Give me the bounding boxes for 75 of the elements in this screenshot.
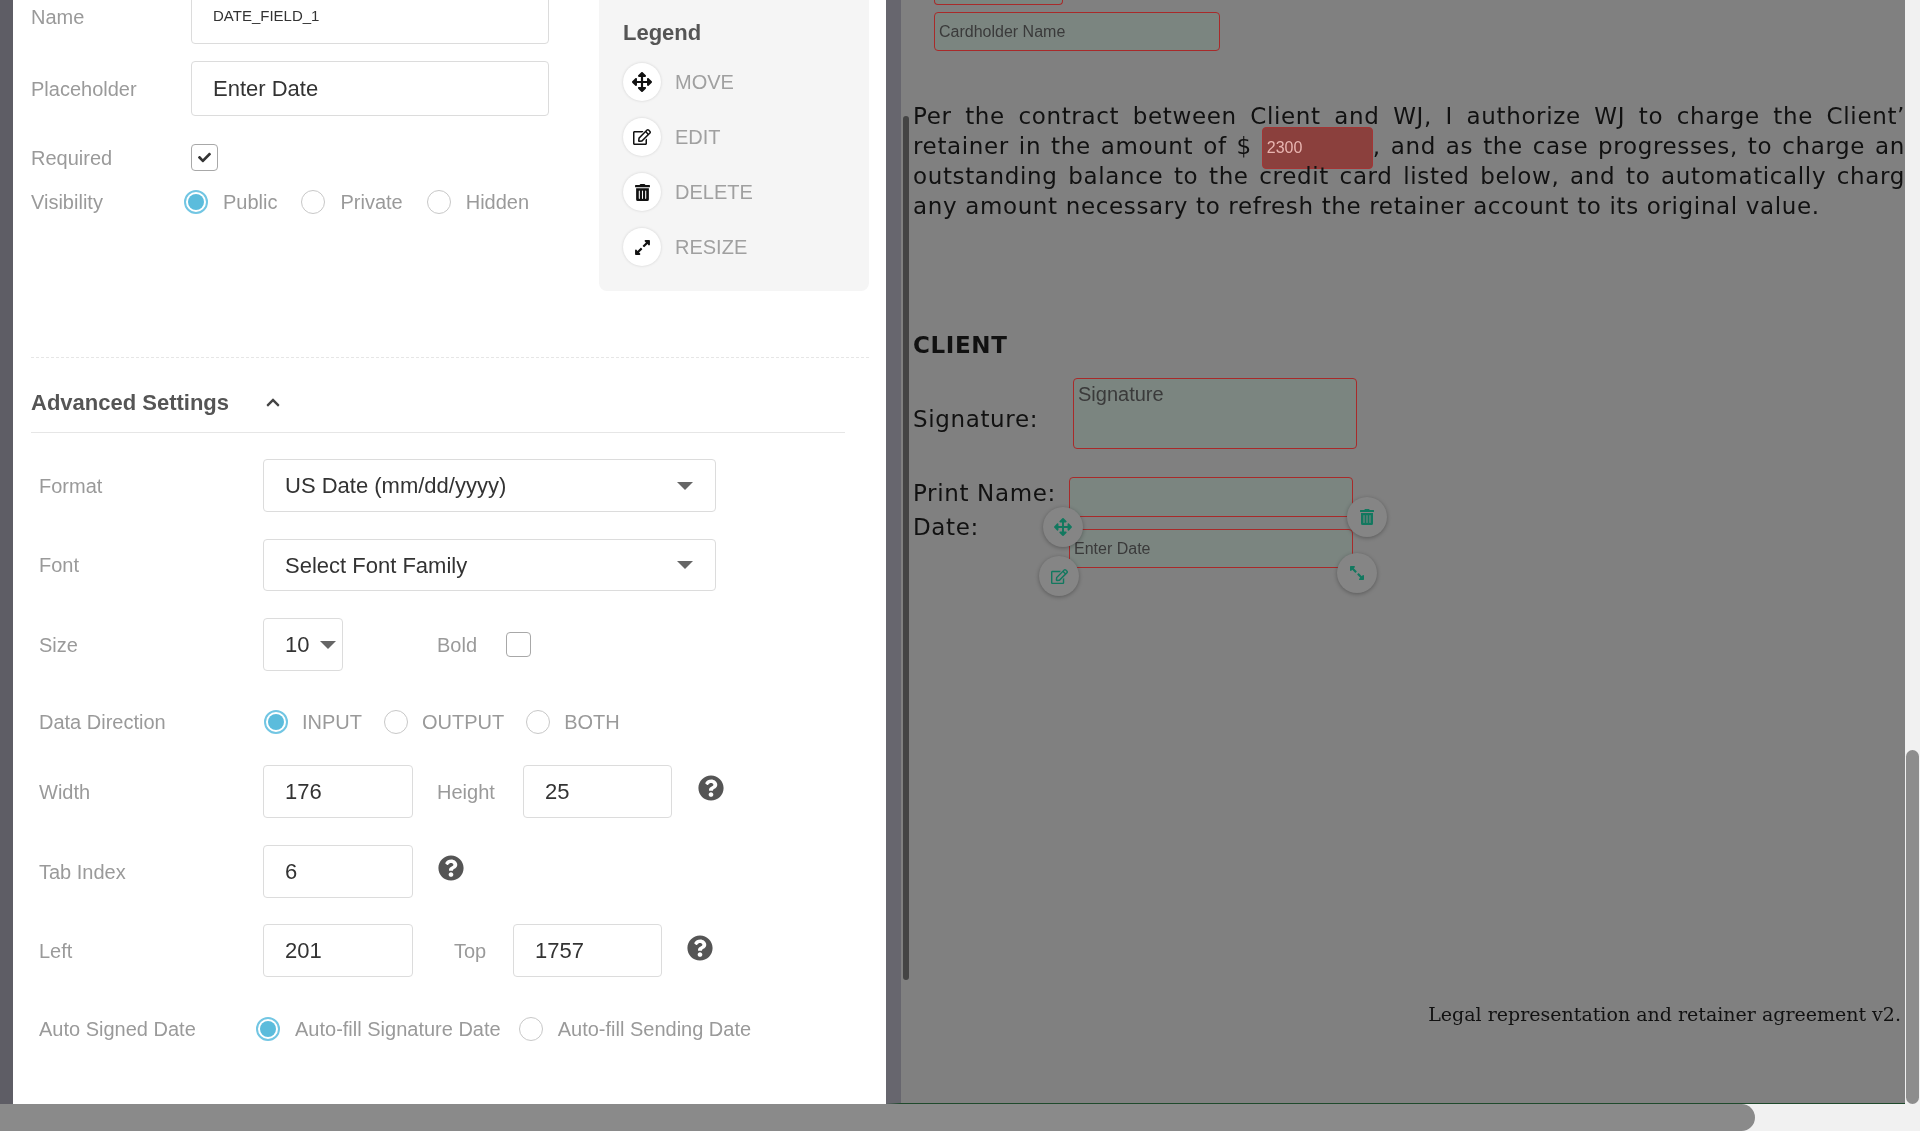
form-field[interactable] (934, 0, 1063, 5)
field-label: Placeholder (31, 76, 138, 102)
option-label: Auto-fill Signature Date (295, 1017, 501, 1041)
legend-label: MOVE (675, 70, 734, 95)
field-label: Data Direction (39, 710, 167, 735)
field-label: Tab Index (39, 859, 127, 885)
edit-icon[interactable] (1039, 556, 1079, 596)
paragraph-text: any amount necessary to refresh the retainer account to its original value. (913, 192, 1820, 221)
field-label: Required (31, 145, 114, 171)
field-label: Format (39, 473, 104, 499)
field-label: Name (31, 4, 86, 30)
legend-label: RESIZE (675, 235, 748, 260)
option-label: Hidden (465, 190, 530, 214)
field-label: Width (39, 779, 92, 805)
radio-button[interactable] (526, 710, 551, 734)
paragraph-text: retainer in the amount of $ (913, 133, 1252, 159)
checkbox[interactable] (506, 632, 531, 657)
tab-index-input[interactable]: 6 (263, 845, 413, 898)
option-label: Private (340, 190, 403, 214)
field-label: Top (454, 938, 488, 964)
height-input[interactable]: 25 (523, 765, 672, 818)
font-dropdown[interactable]: Select Font Family (263, 539, 716, 591)
check-icon (197, 151, 212, 164)
legend-label: DELETE (675, 180, 753, 205)
field-label: Bold (437, 632, 479, 658)
field-label: Size (39, 632, 79, 658)
placeholder-input[interactable]: Enter Date (191, 61, 549, 116)
radio-button[interactable] (384, 710, 408, 734)
radio-button[interactable] (301, 190, 326, 214)
legend-title: Legend (623, 19, 703, 47)
help-icon[interactable] (698, 774, 724, 801)
radio-button[interactable] (426, 190, 451, 214)
option-label: OUTPUT (422, 710, 505, 734)
checkbox[interactable] (191, 144, 218, 171)
caret-down-icon (677, 561, 693, 569)
paragraph-text: , and as the case progresses, to charge an (1372, 133, 1905, 159)
radio-button[interactable] (518, 1017, 543, 1041)
section-heading: CLIENT (913, 331, 1008, 360)
move-icon (623, 63, 661, 101)
option-label: Auto-fill Sending Date (557, 1017, 752, 1041)
field-label: Visibility (31, 190, 104, 215)
caret-down-icon (677, 481, 693, 490)
field-label: Date: (913, 513, 979, 542)
field-label: Font (39, 553, 81, 578)
field-label: Signature: (913, 405, 1039, 434)
radio-button[interactable] (184, 190, 208, 214)
legend-label: EDIT (675, 125, 721, 150)
top-input[interactable]: 1757 (513, 924, 662, 977)
edit-icon (623, 118, 661, 156)
radio-button[interactable] (264, 710, 288, 734)
trash-icon[interactable] (1347, 497, 1387, 537)
resize-icon[interactable] (1337, 553, 1377, 593)
left-input[interactable]: 201 (263, 924, 413, 977)
field-label: Print Name: (913, 479, 1056, 508)
option-label: BOTH (564, 710, 620, 734)
resize-icon (623, 228, 661, 266)
text-field[interactable] (1069, 477, 1353, 517)
help-icon[interactable] (438, 854, 464, 881)
field-label: Height (437, 779, 496, 805)
scrollbar-thumb[interactable] (1906, 750, 1919, 1104)
scrollbar-thumb[interactable] (903, 116, 909, 980)
footer-text: Legal representation and retainer agreement v2. (1428, 1002, 1902, 1027)
name-input[interactable]: DATE_FIELD_1 (191, 0, 549, 44)
caret-down-icon (320, 640, 336, 649)
option-label: Public (223, 190, 278, 214)
size-dropdown[interactable]: 10 (263, 618, 343, 671)
section-title: Advanced Settings (31, 388, 230, 417)
width-input[interactable]: 176 (263, 765, 413, 818)
format-dropdown[interactable]: US Date (mm/dd/yyyy) (263, 459, 716, 512)
option-label: INPUT (302, 710, 362, 734)
help-icon[interactable] (687, 934, 713, 961)
field-label: Left (39, 938, 74, 964)
radio-button[interactable] (256, 1017, 280, 1041)
field-label: Auto Signed Date (39, 1017, 197, 1042)
trash-icon (623, 173, 661, 211)
